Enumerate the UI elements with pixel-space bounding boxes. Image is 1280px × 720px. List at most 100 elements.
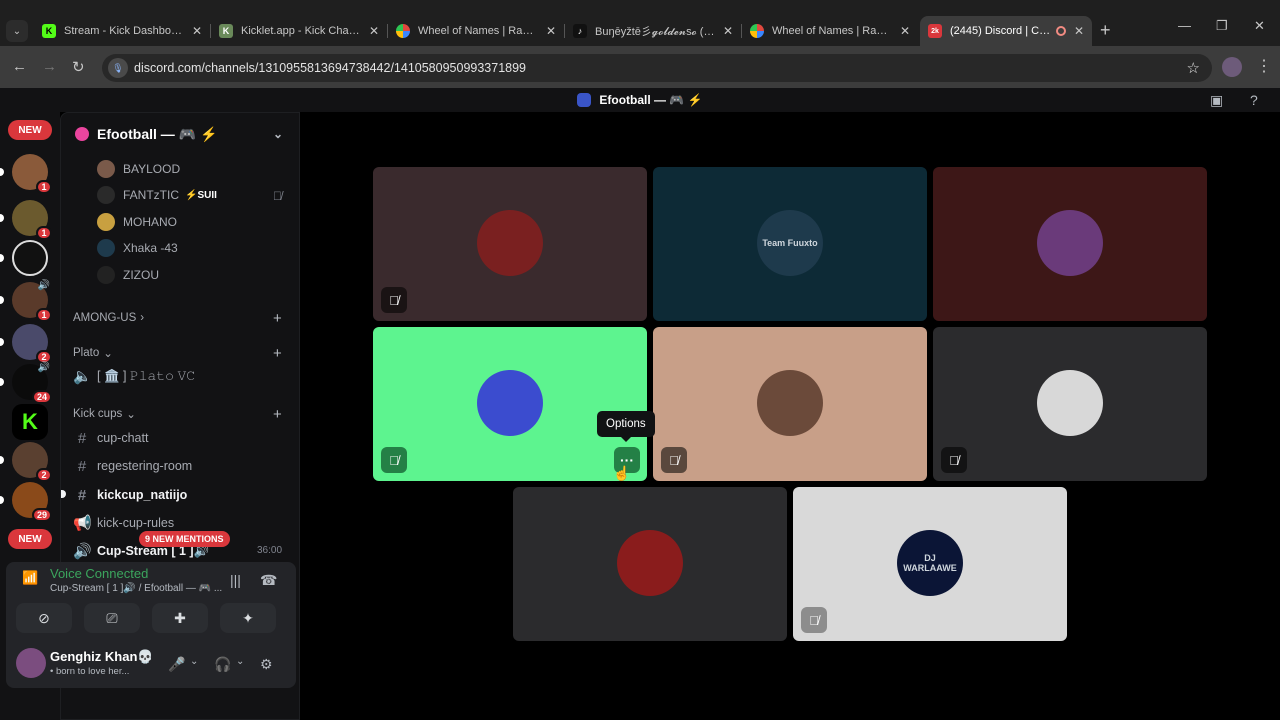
participant-tile[interactable]: 🎙̸ <box>373 167 647 321</box>
activities-button[interactable]: ✚ <box>152 603 208 633</box>
participant-avatar <box>757 370 823 436</box>
browser-tab-kick-dashboard[interactable]: K Stream - Kick Dashboard ✕ <box>34 16 210 46</box>
muted-mic-icon: 🎙̸ <box>941 447 967 473</box>
site-info-icon[interactable]: 🎙 <box>108 58 128 78</box>
browser-tab-tiktok[interactable]: ♪ Buŋēyžtē彡𝓰𝓸𝓵𝓭𝓮𝓷s𝓸 (@bu ✕ <box>565 16 741 46</box>
voice-member[interactable]: Xhaka -43 <box>97 238 178 258</box>
server-name: Efootball — 🎮 ⚡ <box>97 125 218 142</box>
voice-channel-plato-vc[interactable]: 🔈[ 🏛️ ] 𝙿𝚕𝚊𝚝𝚘 𝚅𝙲 <box>73 365 195 387</box>
unread-indicator <box>61 490 66 498</box>
category-among-us[interactable]: AMONG-US › + <box>73 310 282 327</box>
camera-off-button[interactable]: ⊘ <box>16 603 72 633</box>
restore-icon[interactable]: ❐ <box>1216 18 1228 34</box>
participant-tile[interactable]: Team Fuuxto <box>653 167 927 321</box>
voice-member[interactable]: FANTzTIC ⚡SUII <box>97 185 217 205</box>
profile-avatar[interactable] <box>1222 57 1242 77</box>
close-tab-icon[interactable]: ✕ <box>369 24 379 38</box>
user-custom-status: • born to love her... <box>50 666 130 677</box>
participant-tile-active[interactable]: 🎙̸ ··· <box>373 327 647 481</box>
browser-tab-wheel-of-names-2[interactable]: Wheel of Names | Random ✕ <box>742 16 918 46</box>
server-avatar-kick[interactable]: K <box>12 404 48 440</box>
server-avatar[interactable]: 2 <box>0 442 52 482</box>
back-icon[interactable]: ← <box>12 58 27 75</box>
participant-tile[interactable]: 🎙̸ <box>933 327 1207 481</box>
settings-gear-icon[interactable]: ⚙ <box>260 656 273 673</box>
tab-search-dropdown-icon[interactable]: ⌄ <box>6 20 28 42</box>
signal-icon[interactable]: 📶 <box>22 570 38 586</box>
server-avatar[interactable]: 2 <box>0 324 52 364</box>
text-channel-regestering-room[interactable]: # regestering-room <box>73 455 192 477</box>
voice-member[interactable]: BAYLOOD <box>97 159 180 179</box>
participant-tile[interactable] <box>513 487 787 641</box>
headphones-icon[interactable]: 🎧 <box>214 656 231 673</box>
close-tab-icon[interactable]: ✕ <box>723 24 733 38</box>
avatar[interactable] <box>16 648 46 678</box>
voice-member[interactable]: ZIZOU <box>97 265 159 285</box>
muted-mic-icon: 🎙̸ <box>661 447 687 473</box>
voice-member[interactable]: MOHANO <box>97 212 177 232</box>
browser-tab-wheel-of-names-1[interactable]: Wheel of Names | Random ✕ <box>388 16 564 46</box>
participant-tile[interactable]: 🎙̸ <box>653 327 927 481</box>
soundboard-button[interactable]: ✦ <box>220 603 276 633</box>
close-window-icon[interactable]: ✕ <box>1254 18 1265 34</box>
server-avatar[interactable]: 24 🔊 <box>0 362 52 404</box>
participant-tile[interactable]: DJ WARLAAWE 🎙̸ <box>793 487 1067 641</box>
noise-suppression-icon[interactable]: ||| <box>230 572 241 588</box>
voice-status[interactable]: Voice Connected <box>50 566 148 581</box>
speaker-icon: 🔈 <box>73 368 92 385</box>
help-icon[interactable]: ? <box>1250 92 1266 108</box>
close-tab-icon[interactable]: ✕ <box>1074 24 1084 38</box>
microphone-icon[interactable]: 🎤 <box>168 656 185 673</box>
url-input[interactable]: 🎙 discord.com/channels/13109558136947384… <box>102 54 1212 82</box>
browser-tab-discord[interactable]: 2k (2445) Discord | Cup-S ✕ <box>920 16 1092 46</box>
hash-icon: # <box>77 486 87 504</box>
speaker-icon: 🔊 <box>73 543 92 560</box>
server-boost-icon <box>75 127 89 141</box>
chevron-down-icon[interactable]: ⌄ <box>236 656 244 667</box>
text-channel-kickcup-natiijo[interactable]: # kickcup_natiijo <box>73 484 187 506</box>
category-kick-cups[interactable]: Kick cups ⌄ + <box>73 406 282 423</box>
add-channel-icon[interactable]: + <box>273 345 282 362</box>
participant-tile[interactable] <box>933 167 1207 321</box>
screen-share-button[interactable]: ⎚ <box>84 603 140 633</box>
close-tab-icon[interactable]: ✕ <box>192 24 202 38</box>
server-avatar[interactable]: 1 <box>0 154 52 194</box>
add-channel-icon[interactable]: + <box>273 406 282 423</box>
tab-title: Stream - Kick Dashboard <box>64 25 184 37</box>
user-name[interactable]: Genghiz Khan💀 <box>50 649 154 665</box>
voice-location[interactable]: Cup-Stream [ 1 ]🔊 / Efootball — 🎮 ... <box>50 583 222 594</box>
speaker-icon: 🔊 <box>37 280 50 291</box>
hash-icon: # <box>77 457 87 475</box>
minimize-icon[interactable]: — <box>1178 18 1191 33</box>
bookmark-star-icon[interactable]: ☆ <box>1187 59 1200 77</box>
new-tab-icon[interactable]: + <box>1100 20 1111 41</box>
server-avatar[interactable]: 1 🔊 <box>0 280 52 322</box>
inbox-icon[interactable]: ▣ <box>1210 92 1226 108</box>
add-channel-icon[interactable]: + <box>273 310 282 327</box>
chevron-down-icon[interactable]: ⌄ <box>190 656 198 667</box>
options-tooltip: Options <box>597 411 655 442</box>
server-avatar[interactable]: 29 <box>0 482 52 522</box>
category-plato[interactable]: Plato ⌄ + <box>73 345 282 362</box>
participant-avatar <box>617 530 683 596</box>
top-bar-title: Efootball — 🎮 ⚡ <box>599 93 703 107</box>
server-header[interactable]: Efootball — 🎮 ⚡ ⌄ <box>61 113 299 155</box>
mouse-cursor-icon: ☝ <box>613 465 631 481</box>
server-avatar-efootball[interactable] <box>0 240 48 276</box>
participant-avatar: DJ WARLAAWE <box>897 530 963 596</box>
close-tab-icon[interactable]: ✕ <box>546 24 556 38</box>
browser-menu-icon[interactable]: ⋮ <box>1256 56 1272 76</box>
server-avatar[interactable]: 1 <box>0 200 52 240</box>
soundboard-icon: ✦ <box>242 609 254 626</box>
close-tab-icon[interactable]: ✕ <box>900 24 910 38</box>
muted-mic-icon: 🎙̸ <box>381 287 407 313</box>
forward-icon[interactable]: → <box>42 58 57 75</box>
reload-icon[interactable]: ↻ <box>72 58 85 76</box>
browser-tab-kicklet[interactable]: K Kicklet.app - Kick Chatbot ✕ <box>211 16 387 46</box>
new-mentions-badge[interactable]: 9 NEW MENTIONS <box>139 531 230 547</box>
chevron-down-icon: ⌄ <box>126 409 136 421</box>
chevron-down-icon[interactable]: ⌄ <box>273 127 283 141</box>
text-channel-cup-chatt[interactable]: # cup-chatt <box>73 427 149 449</box>
disconnect-icon[interactable]: ☎ <box>260 572 277 589</box>
user-bar: Genghiz Khan💀 • born to love her... 🎤 ⌄ … <box>6 640 296 686</box>
